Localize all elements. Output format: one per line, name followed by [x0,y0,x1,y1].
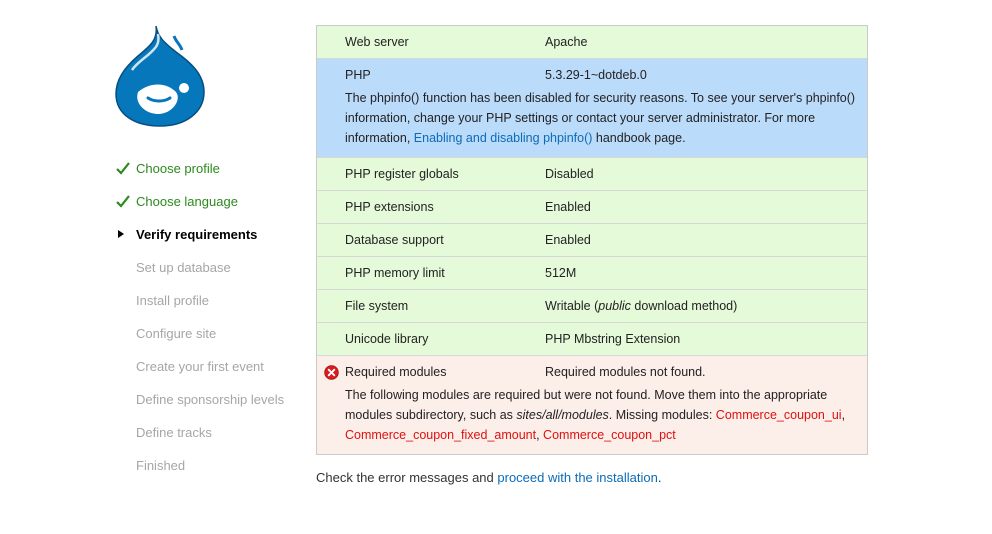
install-task-item: Choose language [116,185,306,218]
requirement-value: Required modules not found. [545,365,706,379]
install-task-item: Choose profile [116,152,306,185]
requirement-title: PHP memory limit [345,266,445,280]
install-task-item: Verify requirements [116,218,306,251]
requirement-value: Enabled [545,233,591,247]
install-task-label: Configure site [136,326,217,341]
file-system-value-prefix: Writable ( [545,299,599,313]
file-system-method: public [598,299,631,313]
footer-suffix: . [657,470,662,485]
install-task-label: Install profile [136,293,209,308]
drupal-drop-icon [115,25,205,127]
footer-text: Check the error messages and [316,470,494,485]
install-task-label: Finished [136,458,186,473]
requirements-report: Web server Apache PHP 5.3.29-1~dotdeb.0 … [316,25,868,455]
install-task-label: Define tracks [136,425,212,440]
install-task-item: Define sponsorship levels [116,383,306,416]
requirement-value: 5.3.29-1~dotdeb.0 [545,68,647,82]
requirement-value: Apache [545,35,588,49]
requirement-value: Enabled [545,200,591,214]
requirement-title: Unicode library [345,332,429,346]
proceed-installation-link[interactable]: proceed with the installation [497,470,657,485]
requirement-row-register-globals: PHP register globals Disabled [317,157,867,190]
phpinfo-handbook-link[interactable]: Enabling and disabling phpinfo() [414,131,593,145]
modules-desc-mid: . Missing modules: [608,408,713,422]
install-task-item: Create your first event [116,350,306,383]
install-task-label: Set up database [136,260,231,275]
php-desc-suffix: handbook page. [595,131,686,145]
requirement-row-web-server: Web server Apache [317,26,867,58]
install-task-item: Set up database [116,251,306,284]
install-task-item: Install profile [116,284,306,317]
install-task-item: Define tracks [116,416,306,449]
install-task-label: Define sponsorship levels [136,392,285,407]
requirement-row-database: Database support Enabled [317,223,867,256]
file-system-value-suffix: download method) [634,299,738,313]
requirement-value: Writable (public download method) [545,290,859,322]
requirement-title: Web server [345,35,409,49]
requirement-row-extensions: PHP extensions Enabled [317,190,867,223]
missing-module: Commerce_coupon_ui [715,408,842,422]
install-tasks-list: Choose profile Choose language Verify requ… [116,152,306,482]
requirement-row-memory-limit: PHP memory limit 512M [317,256,867,289]
checkmark-icon [116,152,132,185]
requirement-title: Required modules [345,365,447,379]
requirement-title: PHP [345,68,371,82]
requirement-value: 512M [545,266,577,280]
requirement-description: The phpinfo() function has been disabled… [345,88,859,157]
current-step-arrow-icon [116,218,132,251]
requirement-title: PHP register globals [345,167,459,181]
install-task-label: Create your first event [136,359,264,374]
requirement-description: The following modules are required but w… [345,388,846,442]
requirement-row-php: PHP 5.3.29-1~dotdeb.0 The phpinfo() func… [317,58,867,157]
drupal-logo [112,22,208,128]
requirement-row-file-system: File system Writable (public download me… [317,289,867,322]
install-task-label: Choose profile [136,161,220,176]
install-task-label: Choose language [136,194,238,209]
requirement-row-modules: Required modules Required modules not fo… [317,355,867,454]
requirement-title: File system [345,299,409,313]
requirement-value: PHP Mbstring Extension [545,332,681,346]
modules-path: sites/all/modules [516,408,609,422]
missing-module: Commerce_coupon_fixed_amount [345,428,537,442]
install-task-label: Verify requirements [136,227,258,242]
error-icon [324,365,339,380]
install-task-item: Finished [116,449,306,482]
requirement-title: PHP extensions [345,200,434,214]
missing-module: Commerce_coupon_pct [543,428,676,442]
install-task-item: Configure site [116,317,306,350]
requirement-title: Database support [345,233,444,247]
installer-footer-message: Check the error messages and proceed wit… [316,470,661,485]
requirement-value: Disabled [545,167,594,181]
checkmark-icon [116,185,132,218]
requirement-row-unicode: Unicode library PHP Mbstring Extension [317,322,867,355]
